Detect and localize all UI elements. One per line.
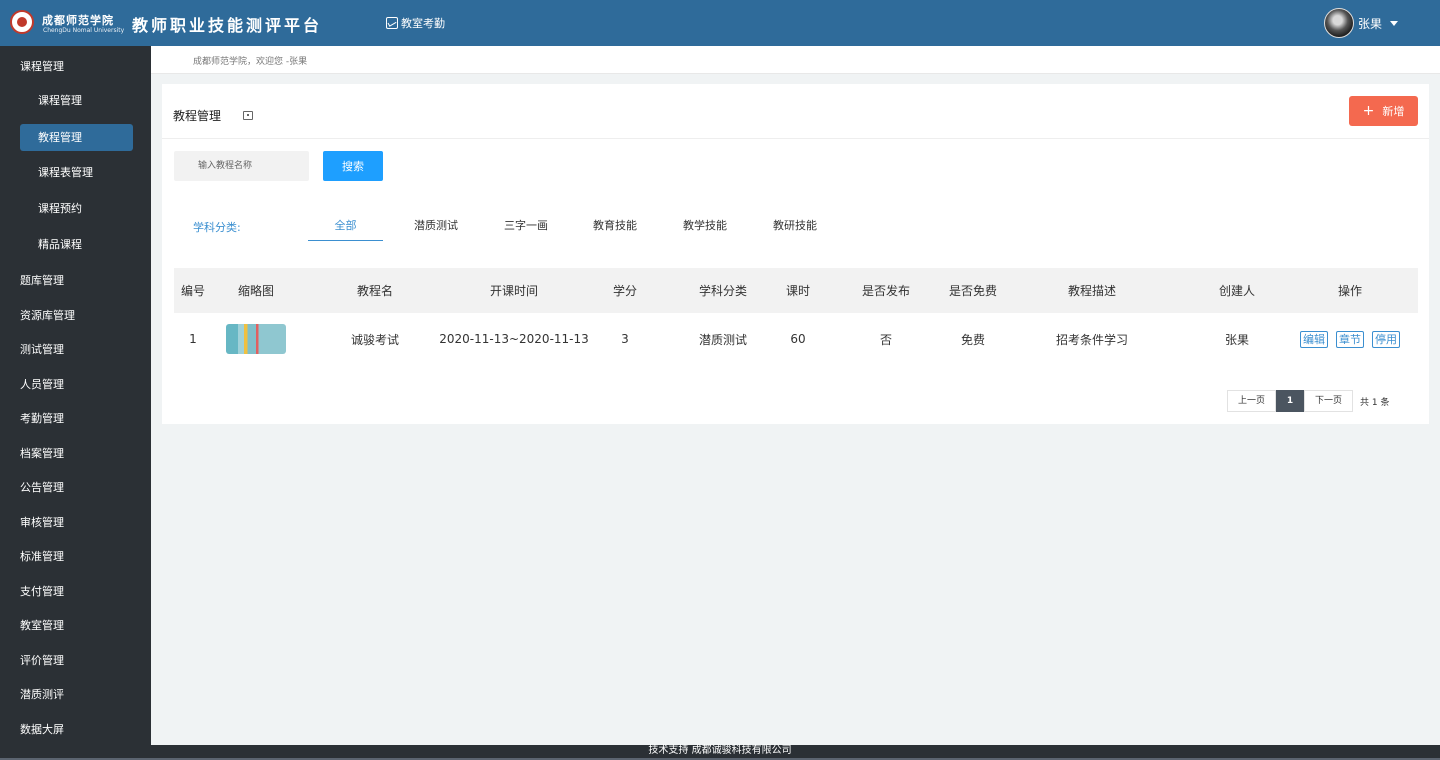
filter-tab-education-skills[interactable]: 教育技能 — [581, 211, 649, 241]
col-start-time: 开课时间 — [489, 284, 538, 298]
sidebar-item-attendance[interactable]: 考勤管理 — [0, 404, 151, 434]
header-divider — [162, 138, 1429, 139]
breadcrumb-bar: 成都师范学院，欢迎您 -张果 — [151, 46, 1440, 74]
footer: 技术支持 成都诚骏科技有限公司 — [0, 745, 1440, 760]
sidebar: 课程管理 课程管理 教程管理 课程表管理 课程预约 精品课程 题库管理 资源库管… — [0, 46, 151, 745]
tutorial-search-input[interactable] — [174, 151, 309, 181]
search-button[interactable]: 搜索 — [323, 151, 383, 181]
col-actions: 操作 — [1337, 284, 1362, 298]
tutorial-panel: 教程管理 + 新增 搜索 学科分类: 全部 潜质测试 三字一画 教育技能 教学技… — [162, 84, 1429, 424]
add-tutorial-button[interactable]: + 新增 — [1349, 96, 1418, 126]
cell-id: 1 — [189, 332, 197, 346]
avatar — [1324, 8, 1354, 38]
cell-thumbnail — [218, 313, 294, 365]
col-credit: 学分 — [612, 284, 637, 298]
tutorial-table: 编号 缩略图 教程名 开课时间 学分 学科分类 课时 是否发布 是否免费 教程描… — [174, 268, 1418, 365]
sidebar-subitem-course-management[interactable]: 课程管理 — [0, 86, 151, 116]
classroom-attendance-link[interactable]: 教室考勤 — [386, 15, 445, 31]
chart-icon — [386, 17, 398, 29]
tutorial-thumbnail — [226, 324, 286, 354]
university-seal-icon — [10, 10, 34, 34]
sidebar-item-evaluation[interactable]: 评价管理 — [0, 646, 151, 676]
sidebar-item-classrooms[interactable]: 教室管理 — [0, 611, 151, 641]
col-hours: 课时 — [785, 284, 810, 298]
cell-hours: 60 — [790, 332, 806, 346]
cell-credit: 3 — [621, 332, 629, 346]
sidebar-item-announcements[interactable]: 公告管理 — [0, 473, 151, 503]
sidebar-item-payments[interactable]: 支付管理 — [0, 577, 151, 607]
caret-down-icon — [1390, 20, 1399, 26]
sidebar-subitem-featured-courses[interactable]: 精品课程 — [0, 230, 151, 260]
filter-tab-teaching-skills[interactable]: 教学技能 — [671, 211, 739, 241]
user-name: 张果 — [1358, 16, 1383, 31]
sidebar-item-archives[interactable]: 档案管理 — [0, 439, 151, 469]
table-row: 1 诚骏考试 2020-11-13~2020-11-13 3 潜质测试 60 否… — [174, 313, 1418, 365]
export-icon[interactable] — [243, 111, 253, 120]
edit-button[interactable]: 编辑 — [1300, 330, 1328, 348]
col-thumbnail: 缩略图 — [237, 284, 274, 298]
sidebar-item-test-management[interactable]: 测试管理 — [0, 335, 151, 365]
sidebar-item-review[interactable]: 审核管理 — [0, 508, 151, 538]
sidebar-item-resource-library[interactable]: 资源库管理 — [0, 301, 151, 331]
next-page-button[interactable]: 下一页 — [1304, 390, 1354, 412]
current-page[interactable]: 1 — [1276, 390, 1305, 412]
page-title: 教程管理 — [173, 109, 222, 123]
cell-start-time: 2020-11-13~2020-11-13 — [439, 332, 589, 346]
filter-tab-research-skills[interactable]: 教研技能 — [761, 211, 829, 241]
filter-tab-potential-test[interactable]: 潜质测试 — [402, 211, 470, 241]
sidebar-subitem-timetable-management[interactable]: 课程表管理 — [0, 158, 151, 188]
sidebar-item-question-bank[interactable]: 题库管理 — [0, 266, 151, 296]
sidebar-item-potential-assessment[interactable]: 潜质测评 — [0, 680, 151, 710]
classroom-attendance-label: 教室考勤 — [401, 17, 445, 30]
footer-text: 技术支持 成都诚骏科技有限公司 — [648, 745, 792, 756]
sidebar-subitem-tutorial-management[interactable]: 教程管理 — [20, 124, 133, 151]
cell-name: 诚骏考试 — [350, 332, 399, 347]
university-name-en: ChengDu Nomal University — [43, 27, 125, 34]
col-name: 教程名 — [356, 284, 393, 298]
chapters-button[interactable]: 章节 — [1336, 330, 1364, 348]
top-header: 成都师范学院 ChengDu Nomal University 教师职业技能测评… — [0, 0, 1440, 46]
platform-title: 教师职业技能测评平台 — [132, 16, 323, 35]
university-name-cn: 成都师范学院 — [42, 14, 114, 27]
col-id: 编号 — [180, 284, 205, 298]
total-count: 共 1 条 — [1360, 397, 1390, 408]
disable-button[interactable]: 停用 — [1372, 330, 1400, 348]
cell-actions: 编辑 章节 停用 — [1282, 313, 1418, 365]
sidebar-item-personnel[interactable]: 人员管理 — [0, 370, 151, 400]
user-menu[interactable]: 张果 — [1324, 8, 1399, 38]
plus-icon: + — [1362, 103, 1375, 119]
sidebar-subitem-course-booking[interactable]: 课程预约 — [0, 194, 151, 224]
add-label: 新增 — [1382, 105, 1405, 118]
pagination: 上一页 1 下一页 共 1 条 — [1227, 390, 1389, 412]
filter-tab-calligraphy[interactable]: 三字一画 — [492, 211, 560, 241]
prev-page-button[interactable]: 上一页 — [1227, 390, 1277, 412]
sidebar-item-data-screen[interactable]: 数据大屏 — [0, 715, 151, 745]
sidebar-item-course-management[interactable]: 课程管理 — [0, 52, 151, 82]
subject-filter-label: 学科分类: — [193, 221, 241, 234]
breadcrumb: 成都师范学院，欢迎您 -张果 — [193, 57, 308, 67]
sidebar-item-standards[interactable]: 标准管理 — [0, 542, 151, 572]
filter-tab-all[interactable]: 全部 — [308, 211, 383, 241]
table-header-row: 编号 缩略图 教程名 开课时间 学分 学科分类 课时 是否发布 是否免费 教程描… — [174, 268, 1418, 313]
